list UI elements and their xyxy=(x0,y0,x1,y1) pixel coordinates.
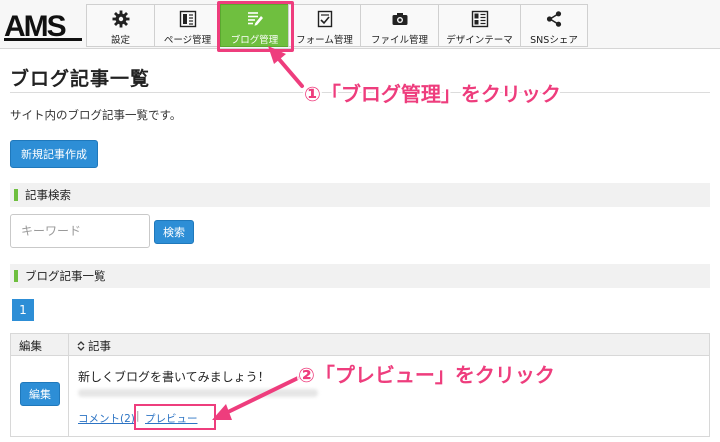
page-description: サイト内のブログ記事一覧です。 xyxy=(10,108,182,122)
new-post-button[interactable]: 新規記事作成 xyxy=(10,140,98,168)
nav-item-files[interactable]: ファイル管理 xyxy=(360,4,438,47)
nav-item-forms[interactable]: フォーム管理 xyxy=(288,4,360,47)
column-header-label: 記事 xyxy=(88,339,111,353)
nav-item-settings[interactable]: 設定 xyxy=(86,4,154,47)
section-title: ブログ記事一覧 xyxy=(25,269,106,283)
keyword-input[interactable] xyxy=(10,214,150,248)
nav-item-blog[interactable]: ブログ管理 xyxy=(220,4,288,47)
search-section-header: 記事検索 xyxy=(10,183,710,207)
section-title: 記事検索 xyxy=(25,188,71,202)
nav-item-label: ブログ管理 xyxy=(230,35,279,46)
ams-logo[interactable]: AMS xyxy=(4,8,82,42)
main-nav: 設定 ページ管理 ブログ管理 フォーム管理 ファイル管理 デザインテーマ SNS… xyxy=(86,4,588,47)
share-icon xyxy=(546,11,562,27)
nav-item-pages[interactable]: ページ管理 xyxy=(154,4,220,47)
camera-icon xyxy=(392,13,407,25)
annotation-step-1: ①「ブログ管理」をクリック xyxy=(304,82,561,106)
nav-item-label: 設定 xyxy=(110,35,130,46)
page-title: ブログ記事一覧 xyxy=(10,68,151,90)
form-icon xyxy=(317,10,332,28)
column-divider xyxy=(68,334,69,436)
sort-icon xyxy=(77,341,85,351)
svg-text:AMS: AMS xyxy=(4,10,66,42)
page-icon xyxy=(179,10,196,28)
post-list-section-header: ブログ記事一覧 xyxy=(10,264,710,288)
link-separator: | xyxy=(136,410,140,422)
blurred-post-excerpt xyxy=(78,389,318,397)
gear-icon xyxy=(112,10,129,28)
section-marker xyxy=(14,189,18,201)
nav-item-label: SNSシェア xyxy=(530,35,578,46)
nav-item-label: ファイル管理 xyxy=(370,35,428,46)
column-header-post[interactable]: 記事 xyxy=(77,338,111,354)
search-button[interactable]: 検索 xyxy=(154,220,194,244)
edit-button[interactable]: 編集 xyxy=(20,382,60,406)
nav-item-label: ページ管理 xyxy=(163,35,212,46)
column-header-edit: 編集 xyxy=(19,339,42,353)
nav-item-sns-share[interactable]: SNSシェア xyxy=(520,4,588,47)
table-header-row xyxy=(11,334,709,356)
arrow-to-blog-nav xyxy=(268,46,304,88)
pagination-page-1[interactable]: 1 xyxy=(12,299,34,321)
post-title: 新しくブログを書いてみましょう！ xyxy=(78,370,270,384)
nav-item-label: フォーム管理 xyxy=(296,35,353,46)
nav-item-design-theme[interactable]: デザインテーマ xyxy=(438,4,520,47)
top-navigation-bar: AMS 設定 ページ管理 ブログ管理 フォーム管理 ファイル管理 デザインテーマ… xyxy=(0,0,720,49)
preview-link[interactable]: プレビュー xyxy=(145,411,198,426)
blog-edit-icon xyxy=(247,12,263,26)
comment-link[interactable]: コメント(2) xyxy=(78,411,135,426)
layout-icon xyxy=(471,10,488,28)
annotation-step-2: ②「プレビュー」をクリック xyxy=(298,363,555,387)
section-marker xyxy=(14,270,18,282)
nav-item-label: デザインテーマ xyxy=(446,35,513,46)
